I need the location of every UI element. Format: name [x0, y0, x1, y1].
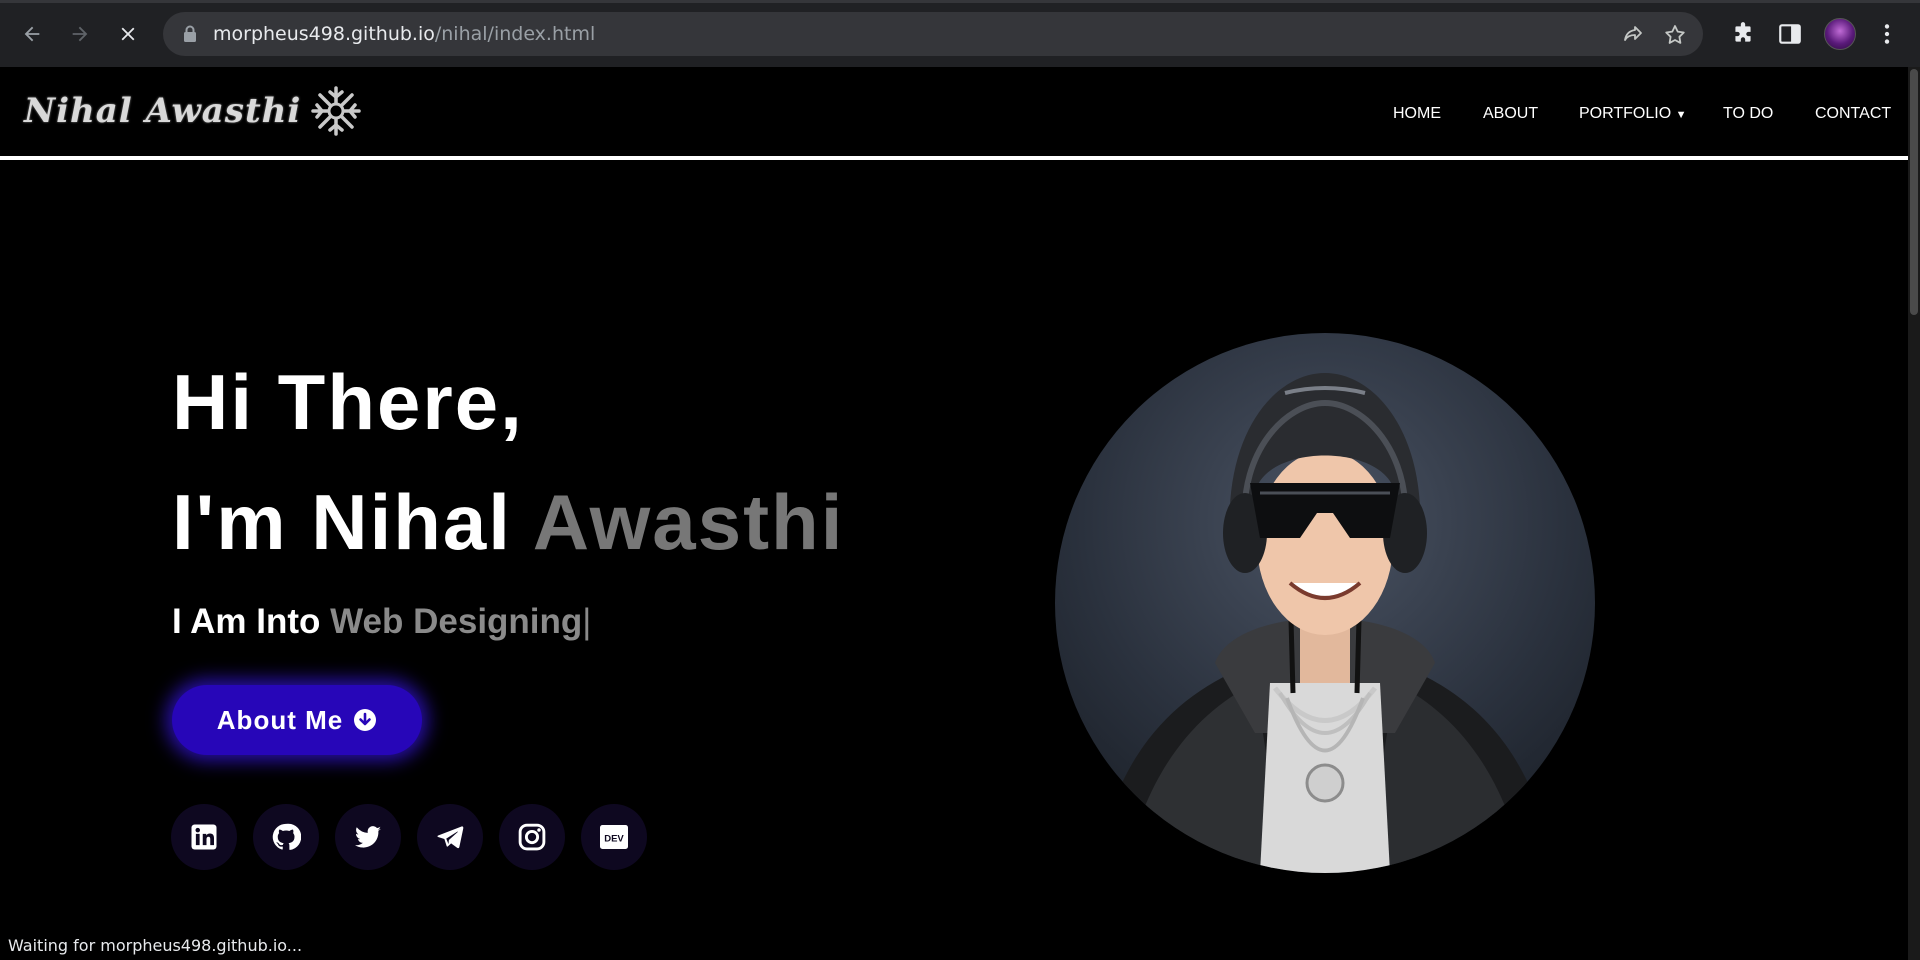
caret-down-icon: ▼ — [1675, 109, 1687, 121]
nav-home[interactable]: HOME — [1393, 105, 1441, 123]
github-link[interactable] — [253, 804, 319, 870]
dev-to-link[interactable]: DEV — [581, 804, 647, 870]
address-bar[interactable]: morpheus498.github.io/nihal/index.html — [163, 12, 1703, 56]
more-menu-icon[interactable] — [1874, 21, 1900, 47]
typing-tagline: I Am Into Web Designing| — [172, 602, 591, 642]
dev-icon: DEV — [600, 825, 628, 849]
typing-cursor: | — [582, 602, 592, 641]
nav-portfolio-label: PORTFOLIO — [1579, 105, 1672, 122]
side-panel-icon[interactable] — [1777, 21, 1803, 47]
nav-about[interactable]: ABOUT — [1483, 105, 1538, 123]
profile-avatar[interactable] — [1824, 18, 1856, 50]
scrollbar-thumb[interactable] — [1910, 69, 1918, 315]
dev-icon-label: DEV — [604, 834, 624, 845]
instagram-icon — [518, 823, 546, 851]
twitter-link[interactable] — [335, 804, 401, 870]
tab-strip-edge — [0, 0, 1920, 3]
tagline-prefix: I Am Into — [172, 602, 331, 641]
hero-greeting: Hi There, — [172, 358, 524, 446]
about-me-label: About Me — [216, 704, 344, 735]
extensions-puzzle-icon[interactable] — [1730, 21, 1756, 47]
stop-loading-button[interactable] — [110, 16, 146, 52]
arrow-circle-down-icon — [354, 709, 377, 731]
forward-button[interactable] — [62, 16, 98, 52]
web-page: Nihal Awasthi HOME ABOUT PORTFOLIO ▼ TO … — [0, 67, 1908, 960]
telegram-icon — [437, 826, 464, 849]
tagline-typed-text: Web Designing — [330, 602, 583, 641]
header-divider — [0, 156, 1908, 160]
telegram-link[interactable] — [417, 804, 483, 870]
status-bubble: Waiting for morpheus498.github.io... — [0, 930, 311, 960]
nav-portfolio[interactable]: PORTFOLIO ▼ — [1579, 105, 1687, 123]
browser-toolbar: morpheus498.github.io/nihal/index.html — [0, 0, 1920, 67]
lock-icon — [184, 25, 196, 42]
site-header: Nihal Awasthi HOME ABOUT PORTFOLIO ▼ TO … — [0, 67, 1908, 160]
url-host: morpheus498.github.io — [213, 23, 435, 45]
page-scrollbar[interactable] — [1908, 67, 1920, 960]
site-logo[interactable]: Nihal Awasthi — [24, 83, 363, 139]
about-me-button[interactable]: About Me — [172, 685, 422, 755]
hero-name-grey: Awasthi — [532, 478, 845, 566]
github-icon — [272, 823, 301, 850]
nav-contact[interactable]: CONTACT — [1815, 105, 1891, 123]
avatar-illustration — [1095, 373, 1555, 873]
hero-name-white: I'm Nihal — [172, 478, 533, 566]
back-button[interactable] — [14, 16, 50, 52]
share-icon[interactable] — [1621, 23, 1645, 47]
twitter-icon — [354, 826, 382, 848]
hero-name: I'm Nihal Awasthi — [172, 477, 844, 568]
profile-avatar-image — [1055, 333, 1595, 873]
arrow-left-icon — [24, 26, 40, 42]
linkedin-icon — [191, 824, 217, 850]
snowflake-icon — [311, 86, 362, 136]
instagram-link[interactable] — [499, 804, 565, 870]
linkedin-link[interactable] — [171, 804, 237, 870]
nav-todo[interactable]: TO DO — [1723, 105, 1773, 123]
arrow-right-icon — [72, 26, 88, 42]
logo-text: Nihal Awasthi — [24, 91, 302, 131]
close-icon — [121, 27, 135, 41]
bookmark-star-icon[interactable] — [1663, 23, 1687, 47]
url-text: morpheus498.github.io/nihal/index.html — [213, 23, 595, 45]
url-path: /nihal/index.html — [434, 23, 596, 45]
